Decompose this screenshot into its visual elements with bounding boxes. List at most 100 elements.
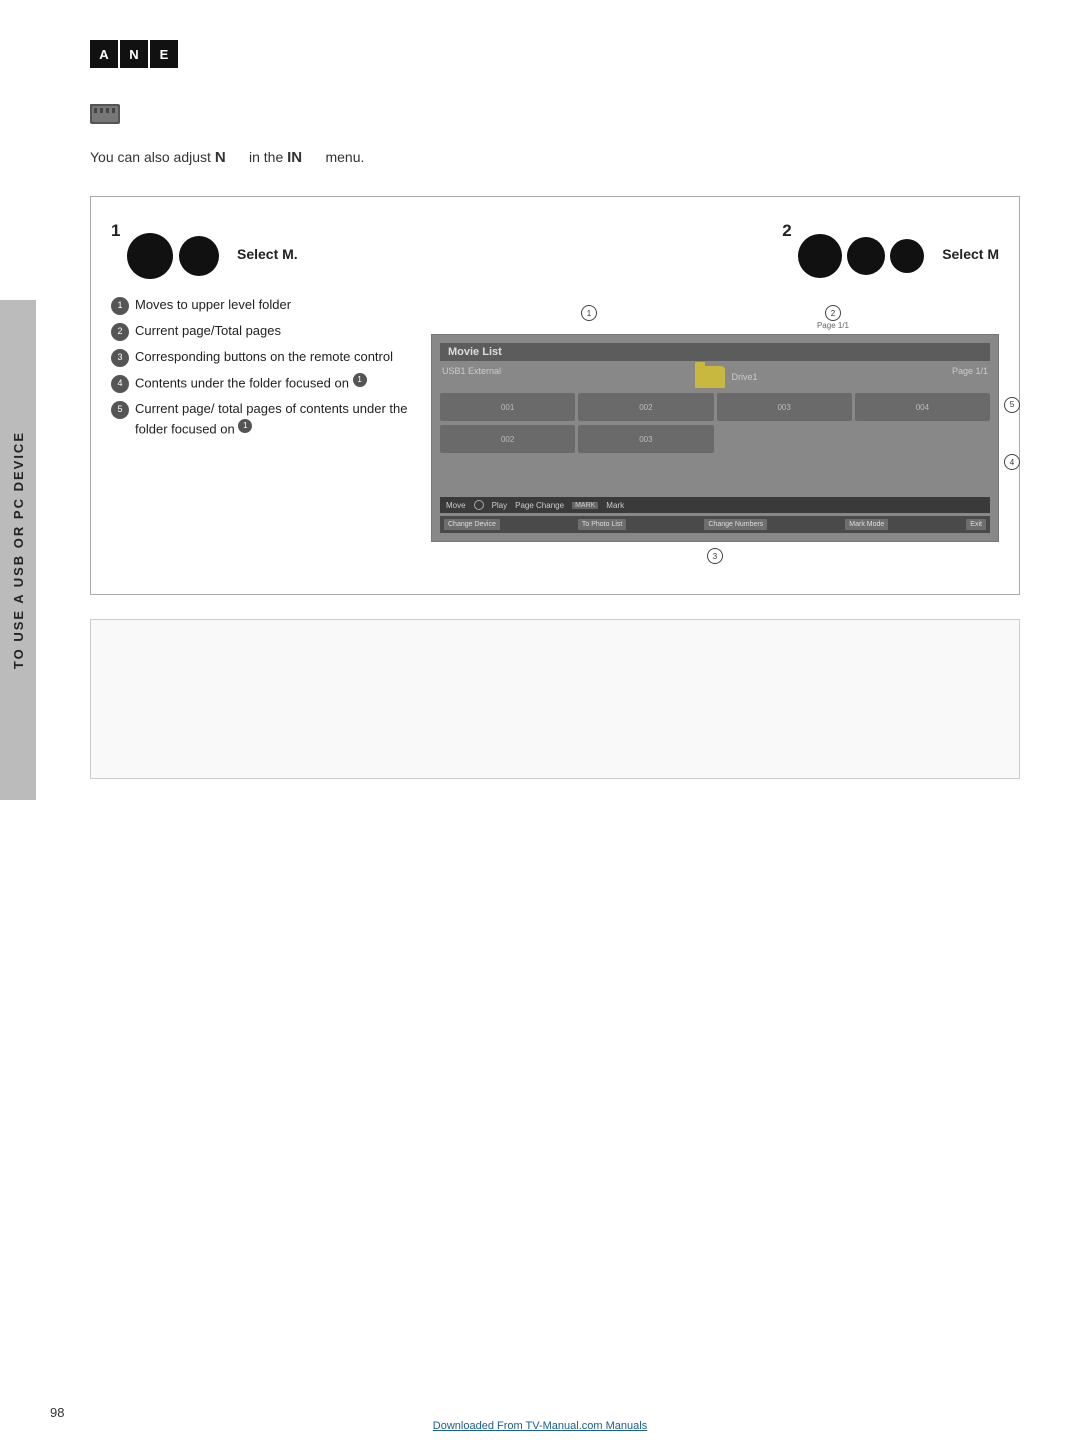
file-003: 003: [717, 393, 852, 421]
step2-number: 2: [782, 221, 791, 241]
bullet-num-5: 5: [111, 401, 129, 419]
to-photo-list-btn[interactable]: To Photo List: [578, 519, 626, 530]
file-grid-row2: 002 003: [440, 425, 990, 453]
mark-badge: MARK: [572, 502, 598, 509]
drive-folder-icon: [695, 366, 725, 388]
callout-5-group: 5: [1004, 397, 1020, 413]
drive-label: Drive1: [731, 372, 757, 382]
callout-2: 2: [825, 305, 841, 321]
file-001: 001: [440, 393, 575, 421]
bullet-text-2: Current page/Total pages: [135, 321, 281, 341]
note-box: [90, 619, 1020, 779]
empty-slot-1: [717, 425, 852, 453]
folder-tab: [695, 362, 705, 367]
change-numbers-btn[interactable]: Change Numbers: [704, 519, 767, 530]
circle-2c: [890, 239, 924, 273]
logo-block-2: N: [120, 40, 148, 68]
instruction-text: You can also adjust N in the IN menu.: [90, 149, 1020, 166]
callout-4: 4: [1004, 454, 1020, 470]
logo-block-1: A: [90, 40, 118, 68]
ui-title-bar: Movie List: [440, 343, 990, 361]
text-after: menu.: [325, 149, 364, 165]
content-area: 1 Moves to upper level folder 2 Current …: [111, 295, 999, 564]
mark-mode-btn[interactable]: Mark Mode: [845, 519, 888, 530]
bottom-link[interactable]: Downloaded From TV-Manual.com Manuals: [433, 1420, 647, 1432]
callout-4-group: 4: [1004, 454, 1020, 470]
logo-box: A N E: [90, 40, 178, 68]
play-circle-icon: [474, 500, 484, 510]
step1-label: Select M.: [237, 246, 298, 262]
step-1: 1 Select M.: [111, 221, 298, 279]
file-002a: 002: [578, 393, 713, 421]
file-002b: 002: [440, 425, 575, 453]
bullet-text-1: Moves to upper level folder: [135, 295, 291, 315]
movie-list-ui: Movie List USB1 External Driv: [431, 334, 999, 542]
page-label: Page 1/1: [952, 366, 988, 388]
empty-area: [440, 457, 990, 497]
bullet-text-4: Contents under the folder focused on 1: [135, 373, 367, 393]
movie-list-title: Movie List: [448, 346, 502, 358]
move-label: Move: [446, 501, 466, 510]
page-change-label: Page Change: [515, 501, 564, 510]
ui-mockup-container: 1 2 Page 1/1 Movie List USB1 Exter: [431, 305, 999, 564]
play-label: Play: [492, 501, 508, 510]
mark-label: Mark: [606, 501, 624, 510]
step1-circles: [127, 233, 219, 279]
folder-shape: [695, 366, 725, 388]
sidebar-text: TO USE A USB OR PC DEVICE: [11, 431, 26, 669]
bullet-num-1: 1: [111, 297, 129, 315]
sidebar: TO USE A USB OR PC DEVICE: [0, 300, 36, 800]
logo-block-3: E: [150, 40, 178, 68]
step2-label: Select M: [942, 246, 999, 262]
bullet-4: 4 Contents under the folder focused on 1: [111, 373, 411, 393]
bold-n: N: [215, 149, 226, 166]
drive-area: Drive1: [695, 366, 757, 388]
diagram-box: 1 Select M. 2 Select M: [90, 196, 1020, 595]
bottom-buttons: Change Device To Photo List Change Numbe…: [440, 516, 990, 533]
circle-1a: [127, 233, 173, 279]
callout-1-group: 1: [581, 305, 597, 330]
file-grid-row1: 001 002 003 004: [440, 393, 990, 421]
logo-area: A N E: [90, 40, 1020, 68]
ui-sub-bar: USB1 External Drive1 Page 1/1: [440, 366, 990, 388]
exit-btn[interactable]: Exit: [966, 519, 986, 530]
circle-2b: [847, 237, 885, 275]
step1-number: 1: [111, 221, 120, 241]
bullet-list: 1 Moves to upper level folder 2 Current …: [111, 295, 411, 564]
main-content: A N E You can also adjust N in the IN me…: [50, 0, 1080, 819]
callout-2-group: 2 Page 1/1: [817, 305, 849, 330]
callout-1: 1: [581, 305, 597, 321]
callout-3-group: 3: [431, 548, 999, 564]
superscript-2: 1: [238, 419, 252, 433]
text-before: You can also adjust: [90, 149, 211, 165]
callout-3: 3: [707, 548, 723, 564]
superscript-1: 1: [353, 373, 367, 387]
step-2: 2 Select M: [782, 221, 999, 279]
bullet-1: 1 Moves to upper level folder: [111, 295, 411, 315]
callout-row: 1 2 Page 1/1: [431, 305, 999, 330]
file-003b: 003: [578, 425, 713, 453]
step2-circles: [798, 234, 924, 278]
page-label-callout: Page 1/1: [817, 321, 849, 330]
file-004: 004: [855, 393, 990, 421]
folder-film-icon: [90, 98, 122, 126]
bold-in: IN: [287, 149, 302, 166]
circle-2a: [798, 234, 842, 278]
bullet-text-5: Current page/ total pages of contents un…: [135, 399, 411, 438]
bullet-5: 5 Current page/ total pages of contents …: [111, 399, 411, 438]
bullet-3: 3 Corresponding buttons on the remote co…: [111, 347, 411, 367]
circle-1b: [179, 236, 219, 276]
bullet-num-3: 3: [111, 349, 129, 367]
bullet-num-2: 2: [111, 323, 129, 341]
bullet-text-3: Corresponding buttons on the remote cont…: [135, 347, 393, 367]
nav-bar: Move Play Page Change MARK Mark: [440, 497, 990, 513]
empty-slot-2: [855, 425, 990, 453]
callout-5: 5: [1004, 397, 1020, 413]
icon-area: [90, 98, 1020, 129]
usb-label: USB1 External: [442, 366, 501, 388]
bullet-num-4: 4: [111, 375, 129, 393]
change-device-btn[interactable]: Change Device: [444, 519, 500, 530]
text-middle: in the: [249, 149, 283, 165]
page-number: 98: [50, 1405, 64, 1420]
bullet-2: 2 Current page/Total pages: [111, 321, 411, 341]
